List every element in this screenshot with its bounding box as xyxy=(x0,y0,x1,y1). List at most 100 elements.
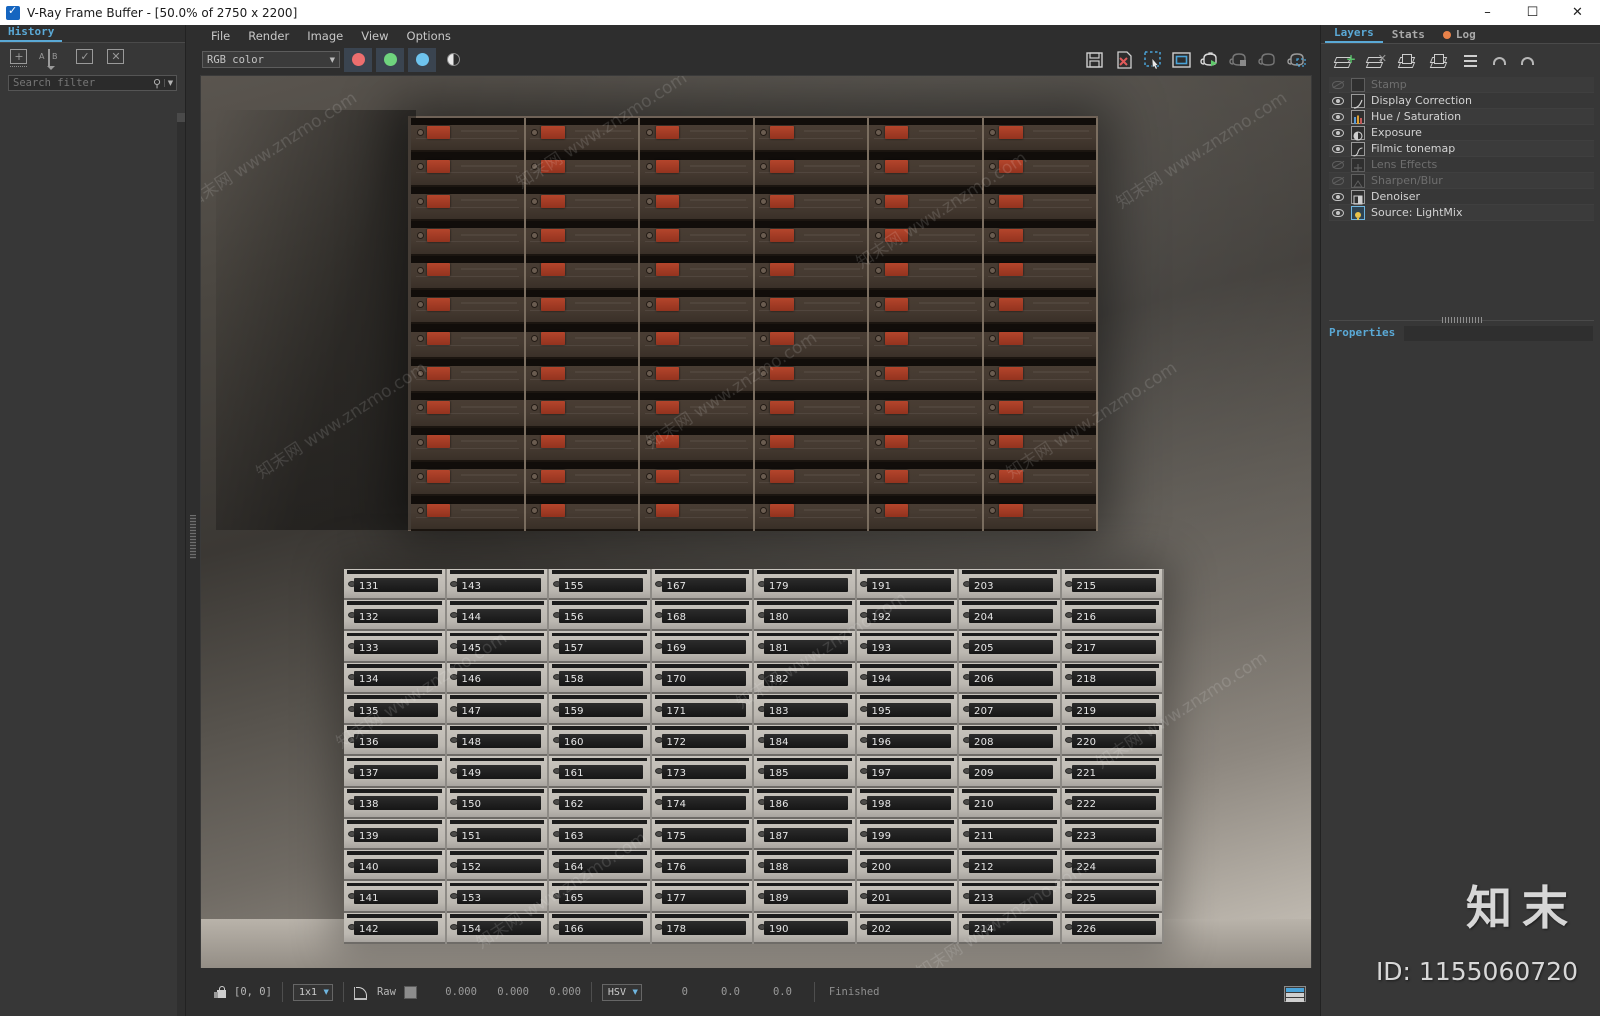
save-image-icon[interactable] xyxy=(1083,49,1107,71)
layer-row-display-correction[interactable]: Display Correction xyxy=(1329,93,1594,109)
locker-number-plate: 197 xyxy=(866,765,951,780)
locker-door: 211 xyxy=(959,818,1060,851)
mailbox-door xyxy=(754,152,867,187)
properties-splitter[interactable] xyxy=(1329,317,1594,324)
mailbox-door xyxy=(869,255,982,291)
mailbox-door xyxy=(640,152,753,187)
mark-history-icon[interactable]: ✓ xyxy=(74,49,96,67)
layer-row-sharpen-blur[interactable]: Sharpen/Blur xyxy=(1329,173,1594,189)
locker-door: 132 xyxy=(344,600,445,632)
render-last-icon[interactable] xyxy=(1199,49,1223,71)
render-stop-icon[interactable] xyxy=(1228,49,1252,71)
locker-column: 203 204 205 206 207 208 209 210 211 212 213 214 xyxy=(959,569,1062,944)
color-space-select[interactable]: HSV ▼ xyxy=(601,983,642,1001)
green-channel-button[interactable] xyxy=(376,47,404,72)
panel-layout-icon[interactable] xyxy=(1284,986,1306,1002)
locker-door: 207 xyxy=(959,693,1060,726)
visibility-eye-icon[interactable] xyxy=(1331,79,1345,91)
redo-icon[interactable] xyxy=(1519,52,1537,70)
tab-stats[interactable]: Stats xyxy=(1383,27,1434,43)
pixel-lock-icon[interactable] xyxy=(214,985,227,999)
history-search[interactable]: ⚲ ▼ xyxy=(8,75,177,91)
denoiser-icon xyxy=(1351,189,1365,204)
layer-row-filmic-tonemap[interactable]: Filmic tonemap xyxy=(1329,141,1594,157)
locker-door: 187 xyxy=(754,818,855,851)
properties-tab-bar: Properties xyxy=(1329,325,1593,341)
history-tab-bar: History xyxy=(0,25,185,43)
tab-properties[interactable]: Properties xyxy=(1329,325,1399,341)
locker-number-plate: 199 xyxy=(866,827,951,842)
visibility-eye-icon[interactable] xyxy=(1331,191,1345,203)
delete-layer-icon[interactable]: ✕ xyxy=(1365,51,1387,71)
layer-presets-icon[interactable] xyxy=(1461,52,1481,70)
mailbox-door xyxy=(525,496,638,531)
save-layers-icon[interactable] xyxy=(1397,51,1419,71)
mailbox-door xyxy=(983,255,1096,291)
mailbox-door xyxy=(411,290,524,325)
render-image-view[interactable]: 131 132 133 134 135 136 137 138 139 140 141 142 143 1… xyxy=(200,75,1312,980)
visibility-eye-icon[interactable] xyxy=(1331,207,1345,219)
layer-row-stamp[interactable]: Stamp xyxy=(1329,77,1594,93)
locker-door: 182 xyxy=(754,662,855,694)
search-options-chevron-icon[interactable]: ▼ xyxy=(164,79,176,87)
add-to-history-icon[interactable]: + xyxy=(8,49,30,67)
remove-history-icon[interactable]: ✕ xyxy=(105,49,127,67)
minimize-button[interactable]: – xyxy=(1465,0,1510,25)
history-list[interactable] xyxy=(0,115,177,1016)
locker-number-plate: 144 xyxy=(456,609,541,624)
visibility-eye-icon[interactable] xyxy=(1331,159,1345,171)
monochrome-alpha-button[interactable] xyxy=(441,48,465,72)
render-teapot-icon[interactable] xyxy=(1257,49,1281,71)
region-render-icon[interactable] xyxy=(1141,49,1165,71)
visibility-eye-icon[interactable] xyxy=(1331,111,1345,123)
channel-select[interactable]: RGB color ▼ xyxy=(202,51,340,68)
history-scrollbar[interactable] xyxy=(177,113,185,1016)
close-button[interactable]: ✕ xyxy=(1555,0,1600,25)
layer-row-exposure[interactable]: Exposure xyxy=(1329,125,1594,141)
color-curve-icon[interactable] xyxy=(353,985,369,1000)
menu-options[interactable]: Options xyxy=(398,27,460,45)
menu-render[interactable]: Render xyxy=(239,27,298,45)
locker-door: 168 xyxy=(651,600,752,632)
maximize-button[interactable]: ☐ xyxy=(1510,0,1555,25)
locker-door: 226 xyxy=(1061,912,1162,944)
mailbox-door xyxy=(869,427,982,463)
layer-row-lens-effects[interactable]: Lens Effects xyxy=(1329,157,1594,173)
undo-icon[interactable] xyxy=(1491,52,1509,70)
visibility-eye-icon[interactable] xyxy=(1331,143,1345,155)
visibility-eye-icon[interactable] xyxy=(1331,95,1345,107)
locker-door: 206 xyxy=(959,662,1060,694)
tab-log[interactable]: Log xyxy=(1434,27,1485,43)
menu-view[interactable]: View xyxy=(352,27,397,45)
menu-file[interactable]: File xyxy=(202,27,239,45)
locker-number-plate: 218 xyxy=(1071,671,1156,686)
locker-number-plate: 178 xyxy=(661,921,746,936)
sample-size-select[interactable]: 1x1 ▼ xyxy=(292,983,333,1001)
red-channel-button[interactable] xyxy=(344,47,372,72)
locker-number-plate: 159 xyxy=(559,702,644,717)
locker-door: 155 xyxy=(549,569,650,601)
layer-row-denoiser[interactable]: Denoiser xyxy=(1329,189,1594,205)
visibility-eye-icon[interactable] xyxy=(1331,127,1345,139)
compare-ab-icon[interactable]: AB xyxy=(39,49,65,70)
search-input[interactable] xyxy=(9,77,153,89)
locker-number-plate: 134 xyxy=(354,671,439,686)
save-as-x-icon[interactable] xyxy=(1112,49,1136,71)
load-layers-icon[interactable] xyxy=(1429,51,1451,71)
visibility-eye-icon[interactable] xyxy=(1331,175,1345,187)
layer-label: Stamp xyxy=(1371,78,1407,91)
locker-number-plate: 214 xyxy=(969,921,1054,936)
properties-body[interactable] xyxy=(1329,345,1594,1016)
tab-history[interactable]: History xyxy=(0,24,63,42)
layer-row-source-lightmix[interactable]: Source: LightMix xyxy=(1329,205,1594,221)
fit-to-window-icon[interactable] xyxy=(1170,49,1194,71)
blue-channel-button[interactable] xyxy=(408,47,436,72)
menu-image[interactable]: Image xyxy=(298,27,352,45)
locker-door: 157 xyxy=(549,631,650,663)
status-bar: [0, 0] 1x1 ▼ Raw 0.000 0.000 0.000 HSV ▼ xyxy=(196,968,1318,1016)
tab-layers[interactable]: Layers xyxy=(1325,25,1383,43)
layer-row-hue-saturation[interactable]: Hue / Saturation xyxy=(1329,109,1594,125)
add-layer-icon[interactable]: + xyxy=(1333,51,1356,71)
render-region-icon[interactable] xyxy=(1286,49,1310,71)
color-swatch xyxy=(403,985,417,999)
